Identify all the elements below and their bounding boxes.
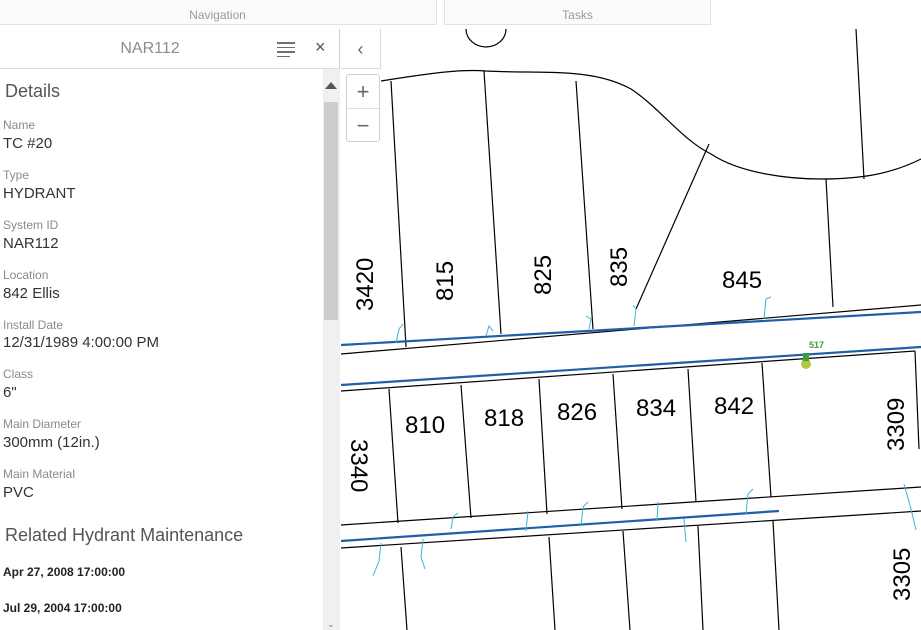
- parcel-label: 845: [722, 267, 762, 294]
- hydrant-label[interactable]: 517: [809, 340, 824, 350]
- maintenance-item[interactable]: Apr 27, 2008 17:00:00: [3, 565, 125, 579]
- parcel-label: 815: [432, 261, 459, 301]
- field-label-install-date: Install Date: [3, 318, 64, 332]
- hydrant-selected-marker-icon: [803, 353, 809, 361]
- parcel-label: 818: [484, 405, 524, 432]
- details-panel: NAR112 × Details Name TC #20 Type HYDRAN…: [0, 29, 340, 630]
- zoom-in-button[interactable]: +: [347, 75, 379, 109]
- scroll-up-arrow-icon[interactable]: [325, 82, 337, 89]
- panel-title: NAR112: [120, 40, 180, 57]
- related-maintenance-heading: Related Hydrant Maintenance: [5, 525, 244, 545]
- panel-scrollbar[interactable]: ⌄: [323, 69, 340, 630]
- list-icon[interactable]: [277, 42, 295, 57]
- maintenance-item[interactable]: Jul 29, 2004 17:00:00: [3, 601, 122, 615]
- field-label-main-material: Main Material: [3, 467, 76, 481]
- scroll-down-arrow-icon[interactable]: ⌄: [327, 619, 335, 630]
- field-label-name: Name: [3, 118, 36, 132]
- parcel-label: 3309: [883, 398, 910, 451]
- field-label-main-diameter: Main Diameter: [3, 417, 82, 431]
- parcel-label: 842: [714, 393, 754, 420]
- field-value-class: 6": [3, 384, 17, 401]
- field-value-main-material: PVC: [3, 484, 34, 501]
- field-value-name: TC #20: [3, 135, 53, 152]
- parcel-label: 826: [557, 399, 597, 426]
- field-label-system-id: System ID: [3, 218, 59, 232]
- parcel-label: 825: [530, 255, 557, 295]
- details-heading: Details: [5, 81, 61, 101]
- top-tab-bar: Navigation Tasks: [0, 0, 921, 29]
- parcel-label: 3340: [345, 439, 372, 492]
- map-view[interactable]: 517 3420 815 825 835 845 810 818 826 834…: [341, 29, 921, 630]
- field-value-type: HYDRANT: [3, 185, 76, 202]
- field-value-system-id: NAR112: [3, 235, 59, 252]
- parcel-label: 835: [606, 247, 633, 287]
- parcel-label: 810: [405, 412, 445, 439]
- zoom-out-button[interactable]: −: [347, 109, 379, 142]
- parcel-label: 834: [636, 395, 676, 422]
- field-value-main-diameter: 300mm (12in.): [3, 434, 100, 451]
- parcel-label: 3420: [352, 258, 379, 311]
- field-value-install-date: 12/31/1989 4:00:00 PM: [3, 334, 159, 351]
- tab-navigation[interactable]: Navigation: [0, 0, 437, 25]
- collapse-panel-button[interactable]: ‹: [341, 29, 381, 69]
- map-canvas[interactable]: 517 3420 815 825 835 845 810 818 826 834…: [341, 29, 921, 630]
- field-label-type: Type: [3, 168, 30, 182]
- close-icon[interactable]: ×: [315, 37, 326, 58]
- parcel-label: 3305: [889, 548, 916, 601]
- field-label-location: Location: [3, 268, 49, 282]
- tab-tasks[interactable]: Tasks: [444, 0, 711, 25]
- details-scroll-area: Details Name TC #20 Type HYDRANT System …: [0, 69, 323, 630]
- field-value-location: 842 Ellis: [3, 285, 60, 302]
- zoom-controls: + −: [346, 74, 380, 142]
- panel-header: NAR112 ×: [0, 29, 340, 69]
- field-label-class: Class: [3, 367, 34, 381]
- parcel-labels: 3420 815 825 835 845 810 818 826 834 842…: [345, 247, 916, 601]
- scroll-thumb[interactable]: [324, 102, 338, 320]
